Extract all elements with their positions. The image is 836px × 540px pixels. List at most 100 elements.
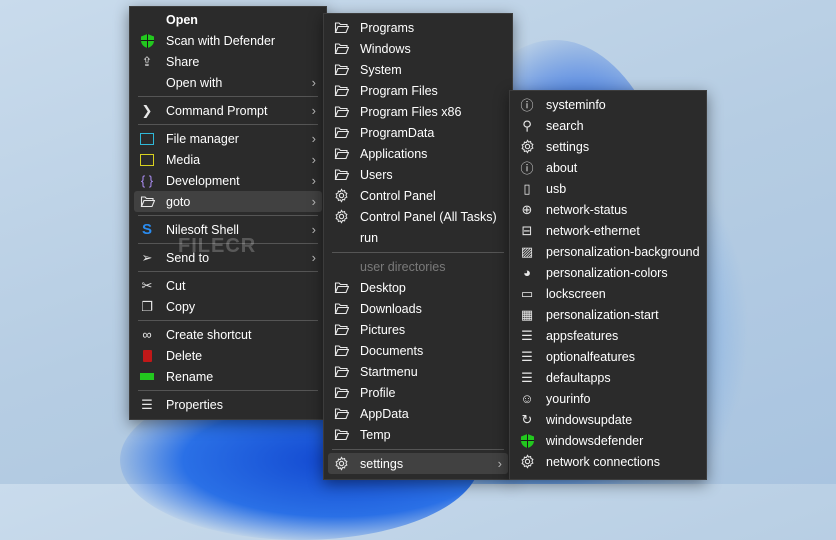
menu-item-label: System [360, 62, 402, 77]
palette-icon: ◕ [523, 265, 531, 280]
settings-menu-item-search[interactable]: ⚲ search [514, 115, 702, 136]
main-menu-item-cut[interactable]: ✂ Cut [134, 275, 322, 296]
goto-menu-item-programdata[interactable]: ProgramData [328, 122, 508, 143]
goto-menu-item-profile[interactable]: Profile [328, 382, 508, 403]
link-icon: ∞ [142, 327, 152, 342]
menu-item-label: Downloads [360, 301, 422, 316]
main-menu-item-send-to[interactable]: ➢ Send to › [134, 247, 322, 268]
goto-menu-item-documents[interactable]: Documents [328, 340, 508, 361]
main-menu-item-nilesoft-shell[interactable]: S Nilesoft Shell › [134, 219, 322, 240]
gear-icon [332, 209, 350, 225]
goto-menu-item-settings[interactable]: settings › [328, 453, 508, 474]
goto-menu-item-program-files-x86[interactable]: Program Files x86 [328, 101, 508, 122]
menu-item-label: Profile [360, 385, 396, 400]
goto-menu-item-startmenu[interactable]: Startmenu [328, 361, 508, 382]
main-menu-item-create-shortcut[interactable]: ∞ Create shortcut [134, 324, 322, 345]
menu-item-label: Program Files [360, 83, 438, 98]
goto-menu-item-users[interactable]: Users [328, 164, 508, 185]
menu-item-label: Media [166, 152, 201, 167]
menu-item-label: Nilesoft Shell [166, 222, 239, 237]
media-icon [138, 152, 156, 168]
none-icon [138, 75, 156, 91]
menu-separator [138, 268, 318, 275]
folder-icon [332, 406, 350, 422]
main-menu-item-scan-with-defender[interactable]: Scan with Defender [134, 30, 322, 51]
main-menu-item-copy[interactable]: ❐ Copy [134, 296, 322, 317]
menu-item-label: Program Files x86 [360, 104, 462, 119]
settings-menu-item-optionalfeatures[interactable]: ☰ optionalfeatures [514, 346, 702, 367]
search-icon: ⚲ [522, 117, 532, 133]
goto-menu-item-applications[interactable]: Applications [328, 143, 508, 164]
settings-menu-item-network-ethernet[interactable]: ⊟ network-ethernet [514, 220, 702, 241]
copy-icon: ❐ [141, 298, 153, 314]
menu-separator [138, 317, 318, 324]
main-menu-item-media[interactable]: Media › [134, 149, 322, 170]
menu-item-label: personalization-background [546, 244, 700, 259]
settings-menu-item-lockscreen[interactable]: ▭ lockscreen [514, 283, 702, 304]
menu-item-label: Properties [166, 397, 223, 412]
settings-menu-item-systeminfo[interactable]: ⓘ systeminfo [514, 94, 702, 115]
folder-icon [332, 385, 350, 401]
settings-menu-item-yourinfo[interactable]: ☺ yourinfo [514, 388, 702, 409]
settings-menu-item-settings[interactable]: settings [514, 136, 702, 157]
settings-menu-item-appsfeatures[interactable]: ☰ appsfeatures [514, 325, 702, 346]
menu-item-label: Users [360, 167, 393, 182]
main-menu-item-goto[interactable]: goto › [134, 191, 322, 212]
braces-icon: { } [140, 173, 154, 188]
folder-icon [332, 322, 350, 338]
gear-icon [332, 188, 350, 204]
main-menu-item-share[interactable]: ⇪ Share [134, 51, 322, 72]
folder-icon [332, 343, 350, 359]
main-menu-item-open[interactable]: Open [134, 9, 322, 30]
goto-menu-item-desktop[interactable]: Desktop [328, 277, 508, 298]
settings-submenu: ⓘ systeminfo ⚲ search settings ⓘ about ▯ usb ⊕ net… [509, 90, 707, 480]
main-menu-item-command-prompt[interactable]: ❯ Command Prompt › [134, 100, 322, 121]
main-menu-item-file-manager[interactable]: File manager › [134, 128, 322, 149]
folder-icon [332, 146, 350, 162]
goto-menu-item-pictures[interactable]: Pictures [328, 319, 508, 340]
settings-menu-item-windowsupdate[interactable]: ↻ windowsupdate [514, 409, 702, 430]
start-icon: ▦ [520, 306, 534, 322]
main-menu-item-delete[interactable]: Delete [134, 345, 322, 366]
menu-item-label: yourinfo [546, 391, 591, 406]
folder-icon [332, 83, 350, 99]
menu-item-label: personalization-colors [546, 265, 668, 280]
goto-menu-item-system[interactable]: System [328, 59, 508, 80]
menu-separator [138, 240, 318, 247]
settings-menu-item-network-status[interactable]: ⊕ network-status [514, 199, 702, 220]
menu-item-label: Programs [360, 20, 415, 35]
menu-item-label: goto [166, 194, 191, 209]
settings-menu-item-about[interactable]: ⓘ about [514, 157, 702, 178]
shield-icon [518, 433, 536, 449]
settings-menu-item-personalization-start[interactable]: ▦ personalization-start [514, 304, 702, 325]
settings-menu-item-personalization-background[interactable]: ▨ personalization-background [514, 241, 702, 262]
chevron-right-icon: › [311, 75, 316, 90]
main-menu-item-open-with[interactable]: Open with › [134, 72, 322, 93]
goto-menu-item-temp[interactable]: Temp [328, 424, 508, 445]
goto-menu-item-control-panel-all-tasks[interactable]: Control Panel (All Tasks) [328, 206, 508, 227]
menu-separator [332, 445, 504, 453]
goto-menu-item-program-files[interactable]: Program Files [328, 80, 508, 101]
settings-menu-item-network-connections[interactable]: network connections [514, 451, 702, 472]
main-menu-item-development[interactable]: { } Development › [134, 170, 322, 191]
menu-separator [138, 212, 318, 219]
menu-item-label: Scan with Defender [166, 33, 276, 48]
main-menu-item-properties[interactable]: ☰ Properties [134, 394, 322, 415]
settings-menu-item-usb[interactable]: ▯ usb [514, 178, 702, 199]
main-menu-item-rename[interactable]: Rename [134, 366, 322, 387]
settings-menu-item-personalization-colors[interactable]: ◕ personalization-colors [514, 262, 702, 283]
goto-menu-item-programs[interactable]: Programs [328, 17, 508, 38]
goto-menu-item-control-panel[interactable]: Control Panel [328, 185, 508, 206]
folder-icon [332, 301, 350, 317]
settings-menu-item-windowsdefender[interactable]: windowsdefender [514, 430, 702, 451]
goto-menu-item-windows[interactable]: Windows [328, 38, 508, 59]
settings-menu-item-defaultapps[interactable]: ☰ defaultapps [514, 367, 702, 388]
goto-menu-item-user-directories: user directories [328, 256, 508, 277]
folder-icon [332, 20, 350, 36]
goto-menu-item-appdata[interactable]: AppData [328, 403, 508, 424]
goto-menu-item-run[interactable]: run [328, 227, 508, 248]
goto-menu-item-downloads[interactable]: Downloads [328, 298, 508, 319]
menu-item-label: Rename [166, 369, 214, 384]
menu-item-label: Create shortcut [166, 327, 252, 342]
gear-icon [332, 456, 350, 472]
